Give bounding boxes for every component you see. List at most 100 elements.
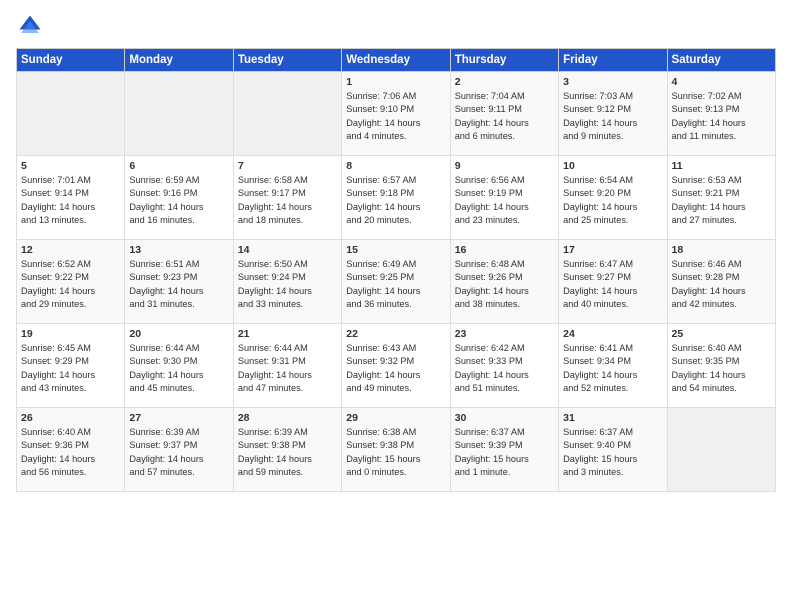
day-cell: 26Sunrise: 6:40 AM Sunset: 9:36 PM Dayli… <box>17 408 125 492</box>
day-cell: 2 Sunrise: 7:04 AM Sunset: 9:11 PM Daylig… <box>450 72 558 156</box>
day-cell: 31 Sunrise: 6:37 AM Sunset: 9:40 PM Dayli… <box>559 408 667 492</box>
day-cell: 8 Sunrise: 6:57 AM Sunset: 9:18 PM Daylig… <box>342 156 450 240</box>
day-info: Sunrise: 6:56 AM Sunset: 9:19 PM Dayligh… <box>455 174 554 227</box>
day-number: 9 <box>455 160 554 172</box>
day-cell: 4 Sunrise: 7:02 AM Sunset: 9:13 PM Daylig… <box>667 72 775 156</box>
day-info: Sunrise: 6:50 AM Sunset: 9:24 PM Dayligh… <box>238 258 337 311</box>
day-info: Sunrise: 6:53 AM Sunset: 9:21 PM Dayligh… <box>672 174 771 227</box>
day-number: 29 <box>346 412 445 424</box>
day-info: Sunrise: 6:45 AM Sunset: 9:29 PM Dayligh… <box>21 342 120 395</box>
calendar-header-row: SundayMondayTuesdayWednesdayThursdayFrid… <box>17 49 776 72</box>
day-number: 23 <box>455 328 554 340</box>
day-info: Sunrise: 6:37 AM Sunset: 9:40 PM Dayligh… <box>563 426 662 479</box>
logo <box>16 12 48 40</box>
day-number: 2 <box>455 76 554 88</box>
day-cell: 24Sunrise: 6:41 AM Sunset: 9:34 PM Dayli… <box>559 324 667 408</box>
day-info: Sunrise: 6:48 AM Sunset: 9:26 PM Dayligh… <box>455 258 554 311</box>
day-info: Sunrise: 6:43 AM Sunset: 9:32 PM Dayligh… <box>346 342 445 395</box>
day-info: Sunrise: 6:57 AM Sunset: 9:18 PM Dayligh… <box>346 174 445 227</box>
day-info: Sunrise: 7:02 AM Sunset: 9:13 PM Dayligh… <box>672 90 771 143</box>
day-number: 7 <box>238 160 337 172</box>
day-info: Sunrise: 6:38 AM Sunset: 9:38 PM Dayligh… <box>346 426 445 479</box>
day-cell: 7Sunrise: 6:58 AM Sunset: 9:17 PM Daylig… <box>233 156 341 240</box>
day-number: 5 <box>21 160 120 172</box>
col-header-friday: Friday <box>559 49 667 72</box>
calendar-body: 1 Sunrise: 7:06 AM Sunset: 9:10 PM Daylig… <box>17 72 776 492</box>
day-number: 15 <box>346 244 445 256</box>
col-header-wednesday: Wednesday <box>342 49 450 72</box>
day-number: 28 <box>238 412 337 424</box>
day-cell: 18 Sunrise: 6:46 AM Sunset: 9:28 PM Dayli… <box>667 240 775 324</box>
day-info: Sunrise: 6:40 AM Sunset: 9:35 PM Dayligh… <box>672 342 771 395</box>
day-info: Sunrise: 7:03 AM Sunset: 9:12 PM Dayligh… <box>563 90 662 143</box>
day-cell: 29 Sunrise: 6:38 AM Sunset: 9:38 PM Dayli… <box>342 408 450 492</box>
week-row-1: 1 Sunrise: 7:06 AM Sunset: 9:10 PM Daylig… <box>17 72 776 156</box>
week-row-5: 26Sunrise: 6:40 AM Sunset: 9:36 PM Dayli… <box>17 408 776 492</box>
day-cell: 9 Sunrise: 6:56 AM Sunset: 9:19 PM Daylig… <box>450 156 558 240</box>
day-info: Sunrise: 7:06 AM Sunset: 9:10 PM Dayligh… <box>346 90 445 143</box>
day-info: Sunrise: 6:47 AM Sunset: 9:27 PM Dayligh… <box>563 258 662 311</box>
day-cell: 23 Sunrise: 6:42 AM Sunset: 9:33 PM Dayli… <box>450 324 558 408</box>
day-cell: 19 Sunrise: 6:45 AM Sunset: 9:29 PM Dayli… <box>17 324 125 408</box>
calendar-table: SundayMondayTuesdayWednesdayThursdayFrid… <box>16 48 776 492</box>
day-cell: 14Sunrise: 6:50 AM Sunset: 9:24 PM Dayli… <box>233 240 341 324</box>
day-number: 18 <box>672 244 771 256</box>
day-info: Sunrise: 6:42 AM Sunset: 9:33 PM Dayligh… <box>455 342 554 395</box>
day-cell: 10Sunrise: 6:54 AM Sunset: 9:20 PM Dayli… <box>559 156 667 240</box>
day-cell: 15Sunrise: 6:49 AM Sunset: 9:25 PM Dayli… <box>342 240 450 324</box>
day-info: Sunrise: 7:04 AM Sunset: 9:11 PM Dayligh… <box>455 90 554 143</box>
day-info: Sunrise: 6:52 AM Sunset: 9:22 PM Dayligh… <box>21 258 120 311</box>
day-number: 13 <box>129 244 228 256</box>
day-number: 31 <box>563 412 662 424</box>
day-number: 22 <box>346 328 445 340</box>
day-number: 27 <box>129 412 228 424</box>
day-number: 17 <box>563 244 662 256</box>
day-number: 19 <box>21 328 120 340</box>
day-number: 1 <box>346 76 445 88</box>
day-number: 3 <box>563 76 662 88</box>
header <box>16 12 776 40</box>
day-number: 25 <box>672 328 771 340</box>
day-info: Sunrise: 7:01 AM Sunset: 9:14 PM Dayligh… <box>21 174 120 227</box>
day-info: Sunrise: 6:41 AM Sunset: 9:34 PM Dayligh… <box>563 342 662 395</box>
day-cell: 12 Sunrise: 6:52 AM Sunset: 9:22 PM Dayli… <box>17 240 125 324</box>
day-number: 26 <box>21 412 120 424</box>
day-number: 8 <box>346 160 445 172</box>
day-number: 16 <box>455 244 554 256</box>
day-number: 11 <box>672 160 771 172</box>
week-row-3: 12 Sunrise: 6:52 AM Sunset: 9:22 PM Dayli… <box>17 240 776 324</box>
day-cell: 20Sunrise: 6:44 AM Sunset: 9:30 PM Dayli… <box>125 324 233 408</box>
week-row-4: 19 Sunrise: 6:45 AM Sunset: 9:29 PM Dayli… <box>17 324 776 408</box>
col-header-thursday: Thursday <box>450 49 558 72</box>
page: SundayMondayTuesdayWednesdayThursdayFrid… <box>0 0 792 612</box>
day-cell: 1 Sunrise: 7:06 AM Sunset: 9:10 PM Daylig… <box>342 72 450 156</box>
day-number: 21 <box>238 328 337 340</box>
day-cell: 25 Sunrise: 6:40 AM Sunset: 9:35 PM Dayli… <box>667 324 775 408</box>
day-info: Sunrise: 6:37 AM Sunset: 9:39 PM Dayligh… <box>455 426 554 479</box>
col-header-saturday: Saturday <box>667 49 775 72</box>
day-cell: 30 Sunrise: 6:37 AM Sunset: 9:39 PM Dayli… <box>450 408 558 492</box>
week-row-2: 5 Sunrise: 7:01 AM Sunset: 9:14 PM Daylig… <box>17 156 776 240</box>
day-cell: 28Sunrise: 6:39 AM Sunset: 9:38 PM Dayli… <box>233 408 341 492</box>
day-cell: 5 Sunrise: 7:01 AM Sunset: 9:14 PM Daylig… <box>17 156 125 240</box>
day-info: Sunrise: 6:46 AM Sunset: 9:28 PM Dayligh… <box>672 258 771 311</box>
day-cell: 13Sunrise: 6:51 AM Sunset: 9:23 PM Dayli… <box>125 240 233 324</box>
day-number: 10 <box>563 160 662 172</box>
col-header-tuesday: Tuesday <box>233 49 341 72</box>
day-cell <box>233 72 341 156</box>
day-number: 30 <box>455 412 554 424</box>
day-info: Sunrise: 6:44 AM Sunset: 9:31 PM Dayligh… <box>238 342 337 395</box>
day-cell: 11 Sunrise: 6:53 AM Sunset: 9:21 PM Dayli… <box>667 156 775 240</box>
day-cell: 21 Sunrise: 6:44 AM Sunset: 9:31 PM Dayli… <box>233 324 341 408</box>
day-cell: 27 Sunrise: 6:39 AM Sunset: 9:37 PM Dayli… <box>125 408 233 492</box>
day-cell: 17 Sunrise: 6:47 AM Sunset: 9:27 PM Dayli… <box>559 240 667 324</box>
logo-icon <box>16 12 44 40</box>
day-cell <box>17 72 125 156</box>
day-info: Sunrise: 6:44 AM Sunset: 9:30 PM Dayligh… <box>129 342 228 395</box>
day-number: 4 <box>672 76 771 88</box>
day-info: Sunrise: 6:59 AM Sunset: 9:16 PM Dayligh… <box>129 174 228 227</box>
day-number: 12 <box>21 244 120 256</box>
day-info: Sunrise: 6:39 AM Sunset: 9:37 PM Dayligh… <box>129 426 228 479</box>
day-cell: 6 Sunrise: 6:59 AM Sunset: 9:16 PM Daylig… <box>125 156 233 240</box>
day-number: 6 <box>129 160 228 172</box>
